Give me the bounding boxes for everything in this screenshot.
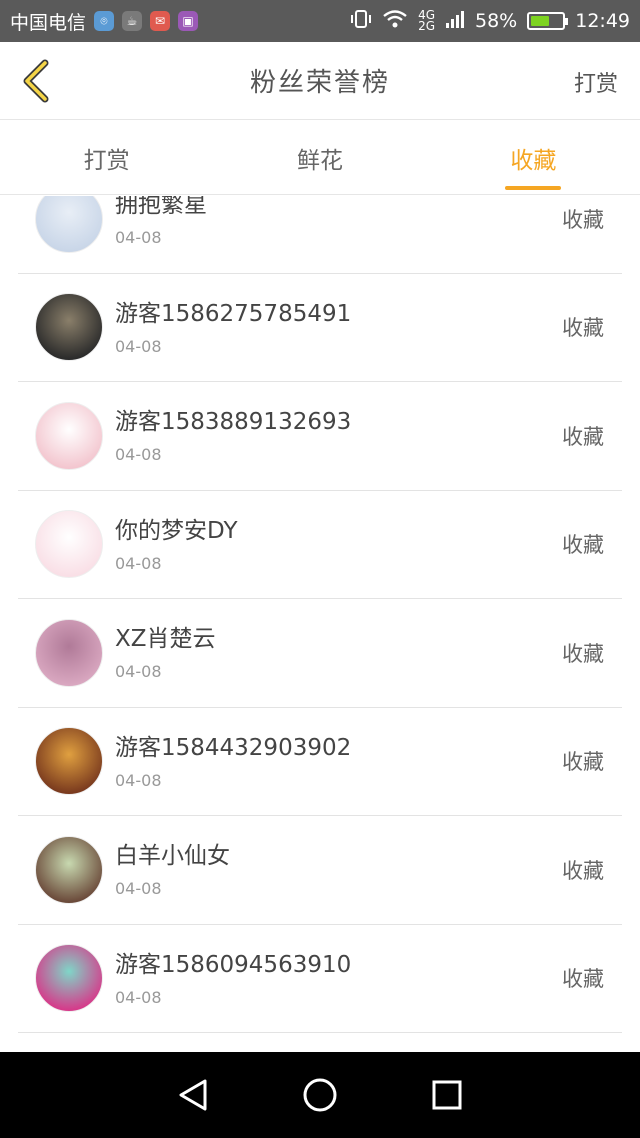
vibrate-icon (350, 9, 372, 34)
battery-fill (531, 16, 549, 26)
list-item[interactable]: 游客1586094563910 04-08 收藏 (18, 925, 622, 1033)
chevron-left-icon (23, 59, 49, 103)
reward-button[interactable]: 打赏 (574, 66, 618, 98)
avatar[interactable] (35, 727, 103, 796)
battery-percent: 58% (475, 10, 518, 32)
system-nav-bar (0, 1052, 640, 1138)
cup-app-icon: ☕ (122, 11, 143, 31)
action-label: 收藏 (562, 858, 604, 883)
mail-app-icon: ✉ (150, 11, 171, 31)
avatar[interactable] (35, 293, 103, 362)
circle-home-icon (303, 1078, 337, 1112)
list-item[interactable]: 游客1583889132693 04-08 收藏 (18, 382, 622, 491)
user-name: 你的梦安DY (115, 517, 238, 544)
nav-back-button[interactable] (173, 1075, 213, 1115)
action-label: 收藏 (562, 533, 604, 558)
back-button[interactable] (16, 58, 56, 104)
list-item[interactable]: 拥抱繁星 04-08 收藏 (18, 196, 622, 274)
network-bottom: 2G (418, 19, 435, 33)
clock: 12:49 (575, 10, 630, 32)
date-label: 04-08 (115, 553, 162, 573)
date-label: 04-08 (115, 228, 162, 248)
avatar[interactable] (35, 835, 103, 904)
header: 粉丝荣誉榜 打赏 (0, 42, 640, 120)
avatar[interactable] (35, 944, 103, 1013)
list-item[interactable]: 游客1584432903902 04-08 收藏 (18, 708, 622, 816)
action-label: 收藏 (562, 750, 604, 775)
list-item[interactable]: 白羊小仙女 04-08 收藏 (18, 816, 622, 925)
tab-0[interactable]: 打赏 (0, 121, 213, 194)
page-title: 粉丝荣誉榜 (249, 68, 390, 98)
date-label: 04-08 (115, 662, 162, 682)
tab-2[interactable]: 收藏 (427, 121, 640, 194)
user-name: XZ肖楚云 (115, 626, 216, 653)
date-label: 04-08 (115, 987, 162, 1007)
avatar[interactable] (35, 510, 103, 579)
list-item-text: 白羊小仙女 04-08 (115, 841, 230, 898)
carrier-label: 中国电信 (10, 11, 87, 34)
list-item-text: 游客1583889132693 04-08 (115, 407, 351, 464)
list-item[interactable]: XZ肖楚云 04-08 收藏 (18, 599, 622, 708)
tab-label: 收藏 (510, 147, 557, 174)
action-label: 收藏 (562, 316, 604, 341)
list-item-text: 拥抱繁星 04-08 (115, 196, 207, 247)
user-name: 拥抱繁星 (115, 196, 207, 219)
date-label: 04-08 (115, 879, 162, 899)
status-bar: 中国电信 ⌾ ☕ ✉ ▣ 4G 2G 58% 12:49 (0, 0, 640, 42)
nav-home-button[interactable] (300, 1075, 340, 1115)
location-app-icon: ⌾ (94, 11, 115, 31)
status-right: 4G 2G 58% 12:49 (350, 9, 630, 34)
list-item-text: 游客1584432903902 04-08 (115, 733, 351, 790)
avatar[interactable] (35, 618, 103, 687)
fan-list-inner: 拥抱繁星 04-08 收藏 游客1586275785491 04-08 收藏 游客15838… (0, 196, 640, 1033)
user-name: 游客1586094563910 (115, 951, 352, 978)
tab-label: 打赏 (83, 147, 130, 174)
user-name: 白羊小仙女 (115, 843, 230, 870)
tab-bar: 打赏 鲜花 收藏 (0, 121, 640, 195)
battery-icon (527, 12, 569, 30)
date-label: 04-08 (115, 770, 162, 790)
signal-icon (445, 9, 465, 34)
list-item-text: 游客1586275785491 04-08 (115, 299, 351, 356)
date-label: 04-08 (115, 445, 162, 465)
list-item-text: XZ肖楚云 04-08 (115, 624, 216, 681)
list-item-text: 你的梦安DY 04-08 (115, 516, 238, 573)
fan-list: 拥抱繁星 04-08 收藏 游客1586275785491 04-08 收藏 游客15838… (0, 196, 640, 1052)
user-name: 游客1584432903902 (115, 734, 352, 761)
status-left: 中国电信 ⌾ ☕ ✉ ▣ (10, 8, 199, 35)
list-item[interactable]: 你的梦安DY 04-08 收藏 (18, 491, 622, 599)
nav-recents-button[interactable] (427, 1075, 467, 1115)
active-tab-underline (505, 186, 562, 190)
action-label: 收藏 (562, 641, 604, 666)
triangle-back-icon (179, 1079, 207, 1111)
list-item[interactable]: 游客1586275785491 04-08 收藏 (18, 274, 622, 382)
user-name: 游客1586275785491 (115, 300, 352, 327)
gallery-app-icon: ▣ (178, 11, 199, 31)
square-recents-icon (432, 1080, 462, 1110)
list-item-text: 游客1586094563910 04-08 (115, 950, 351, 1007)
tab-1[interactable]: 鲜花 (213, 121, 426, 194)
avatar[interactable] (35, 401, 103, 470)
user-name: 游客1583889132693 (115, 409, 352, 436)
action-label: 收藏 (562, 424, 604, 449)
action-label: 收藏 (562, 967, 604, 992)
date-label: 04-08 (115, 336, 162, 356)
avatar[interactable] (35, 196, 103, 253)
tab-label: 鲜花 (296, 147, 343, 174)
action-label: 收藏 (562, 207, 604, 232)
wifi-icon (382, 9, 408, 34)
network-type: 4G 2G (418, 9, 435, 33)
